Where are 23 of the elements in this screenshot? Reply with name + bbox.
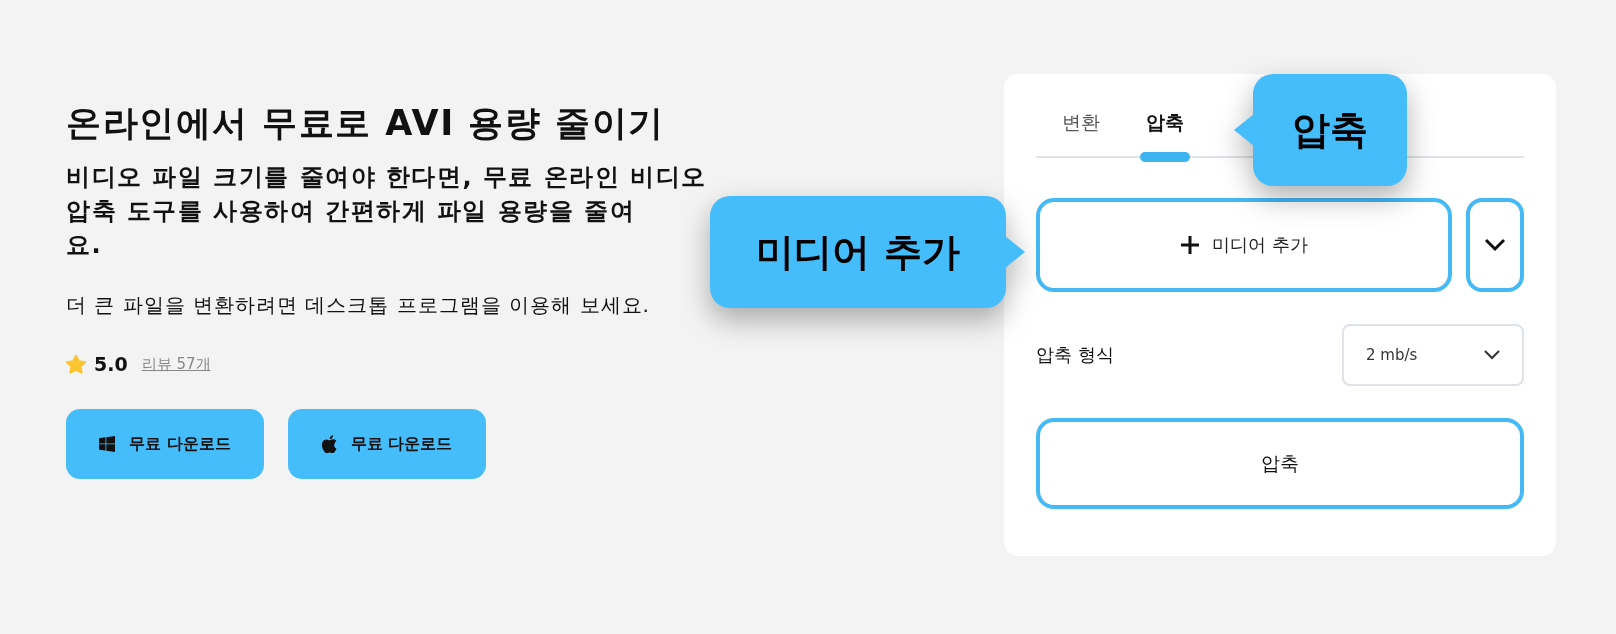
format-label: 압축 형식	[1036, 343, 1114, 367]
add-media-button[interactable]: 미디어 추가	[1036, 198, 1452, 292]
description-line: 요.	[66, 230, 103, 261]
download-button[interactable]: 무료 다운로드	[66, 409, 264, 479]
chevron-down-icon	[1484, 238, 1506, 252]
page-title: 온라인에서 무료로 AVI 용량 줄이기	[66, 102, 666, 145]
chevron-down-icon	[1484, 350, 1500, 360]
dropdown-button[interactable]	[1466, 198, 1524, 292]
plus-icon	[1180, 235, 1201, 255]
description-line: 압축 도구를 사용하여 간편하게 파일 용량을 줄여	[66, 196, 636, 227]
tab[interactable]: 변환	[1044, 102, 1118, 162]
star-icon	[66, 354, 86, 374]
note-text: 더 큰 파일을 변환하려면 데스크톱 프로그램을 이용해 보세요.	[66, 292, 650, 319]
compress-button[interactable]: 압축	[1036, 418, 1524, 509]
download-button[interactable]: 무료 다운로드	[288, 409, 486, 479]
description-line: 비디오 파일 크기를 줄여야 한다면, 무료 온라인 비디오	[66, 162, 707, 193]
apple-icon	[321, 435, 337, 453]
tab[interactable]: 압축	[1128, 102, 1202, 162]
format-select[interactable]: 2 mb/s	[1342, 324, 1524, 386]
windows-icon	[99, 436, 116, 452]
rating-score: 5.0	[94, 353, 128, 375]
callout-pointer	[1234, 114, 1254, 146]
callout-pointer	[1005, 236, 1025, 268]
